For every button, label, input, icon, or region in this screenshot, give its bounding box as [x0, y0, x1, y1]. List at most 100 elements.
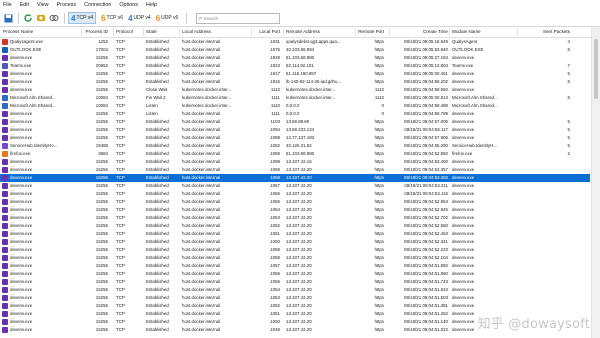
cell-time: 08/18/21 09:04:52.463	[404, 231, 448, 237]
table-row[interactable]: devenv.exe 15256 TCP Established host.docker…	[0, 182, 590, 190]
menu-item-help[interactable]: Help	[146, 2, 157, 8]
column-divider[interactable]	[389, 28, 390, 36]
column-divider[interactable]	[143, 28, 144, 36]
table-row[interactable]: OUTLOOK.EXE 17004 TCP Established host.docke…	[0, 46, 590, 54]
capture-icon[interactable]	[35, 12, 47, 24]
column-divider[interactable]	[81, 28, 82, 36]
menu-item-options[interactable]: Options	[119, 2, 138, 8]
table-row[interactable]: devenv.exe 15256 TCP Established host.docker…	[0, 294, 590, 302]
table-row[interactable]: ServiceHub.IdentityHo... 19488 TCP Establis…	[0, 142, 590, 150]
table-row[interactable]: devenv.exe 15256 TCP Established host.docker…	[0, 270, 590, 278]
save-icon[interactable]	[2, 12, 14, 24]
cell-lport: 1931	[270, 39, 280, 45]
table-row[interactable]: devenv.exe 15256 TCP Established host.docker…	[0, 254, 590, 262]
vertical-scrollbar[interactable]	[591, 27, 600, 338]
cell-state: Established	[146, 327, 169, 333]
column-divider[interactable]	[251, 28, 252, 36]
column-header-local-address[interactable]: Local Address	[182, 29, 248, 34]
table-row[interactable]: firefox.exe 3684 TCP Established host.docker…	[0, 150, 590, 158]
cell-remote: 13.69.233.134	[286, 127, 315, 133]
menu-item-process[interactable]: Process	[57, 2, 76, 8]
cell-module: Teams.exe	[452, 63, 474, 69]
column-header-remote-port[interactable]: Remote Port	[358, 29, 384, 34]
table-row[interactable]: devenv.exe 15256 TCP Listen host.docker.inte…	[0, 110, 590, 118]
cell-local: host.docker.internal	[182, 111, 221, 117]
vs-process-icon	[2, 247, 8, 253]
cell-rport: https	[374, 311, 384, 317]
menu-item-connection[interactable]: Connection	[84, 2, 111, 8]
filter-udp-v4[interactable]: 4 UDP v4	[128, 14, 151, 23]
refresh-icon[interactable]	[22, 12, 34, 24]
filter-tcp-v4[interactable]: 4 TCP v4	[68, 12, 97, 24]
cell-rport: https	[374, 207, 384, 213]
table-row[interactable]: devenv.exe 15256 TCP Established host.docker…	[0, 70, 590, 78]
column-divider[interactable]	[113, 28, 114, 36]
column-header-state[interactable]: State	[146, 29, 178, 34]
menu-item-view[interactable]: View	[37, 2, 49, 8]
cell-remote: 51.103.98.980	[286, 151, 315, 157]
table-row[interactable]: devenv.exe 15256 TCP Close Wait kubernetes.d…	[0, 86, 590, 94]
column-header-remote-address[interactable]: Remote Address	[286, 29, 354, 34]
column-header-process-id[interactable]: Process ID	[84, 29, 108, 34]
table-row[interactable]: devenv.exe 15256 TCP Established host.docker…	[0, 230, 590, 238]
column-header-protocol[interactable]: Protocol	[116, 29, 140, 34]
cell-proto: TCP	[116, 223, 125, 229]
column-divider[interactable]	[355, 28, 356, 36]
filter-tcp-v6[interactable]: 6 TCP v6	[101, 14, 123, 23]
cell-pid: 15256	[95, 279, 108, 285]
column-header-local-port[interactable]: Local Port	[254, 29, 280, 34]
cell-name: Teams.exe	[10, 63, 32, 69]
cell-proto: TCP	[116, 199, 125, 205]
column-divider[interactable]	[179, 28, 180, 36]
table-row[interactable]: Qualysagent.exe 1252 TCP Established host.do…	[0, 38, 590, 46]
column-header-create-time[interactable]: Create Time	[392, 29, 448, 34]
table-row[interactable]: devenv.exe 15256 TCP Established host.docker…	[0, 278, 590, 286]
vs-process-icon	[2, 319, 8, 325]
menu-item-edit[interactable]: Edit	[20, 2, 29, 8]
table-row[interactable]: Microsoft.Alm.Shared... 10084 TCP Listen kub…	[0, 102, 590, 110]
column-header-process-name[interactable]: Process Name	[3, 29, 73, 34]
table-row[interactable]: devenv.exe 15256 TCP Established host.docker…	[0, 262, 590, 270]
table-row[interactable]: devenv.exe 15256 TCP Established host.docker…	[0, 118, 590, 126]
table-row[interactable]: devenv.exe 15256 TCP Established host.docker…	[0, 54, 590, 62]
table-row[interactable]: devenv.exe 15256 TCP Established host.docker…	[0, 174, 590, 182]
cell-sent: 7	[567, 63, 570, 69]
table-row[interactable]: devenv.exe 15256 TCP Established host.docker…	[0, 222, 590, 230]
filter-udp-v6[interactable]: 6 UDP v6	[156, 14, 179, 23]
cell-state: Established	[146, 207, 169, 213]
cell-state: Established	[146, 295, 169, 301]
table-row[interactable]: devenv.exe 15256 TCP Established host.docker…	[0, 302, 590, 310]
table-row[interactable]: devenv.exe 15256 TCP Established host.docker…	[0, 126, 590, 134]
column-divider[interactable]	[517, 28, 518, 36]
cell-proto: TCP	[116, 231, 125, 237]
table-row[interactable]: Teams.exe 20952 TCP Established host.docker.…	[0, 62, 590, 70]
table-row[interactable]: devenv.exe 15256 TCP Established host.docker…	[0, 286, 590, 294]
column-divider[interactable]	[283, 28, 284, 36]
column-header-module-name[interactable]: Module Name	[452, 29, 514, 34]
table-row[interactable]: devenv.exe 15256 TCP Established host.docker…	[0, 206, 590, 214]
cell-name: devenv.exe	[10, 263, 33, 269]
cell-lport: 1063	[270, 215, 280, 221]
table-row[interactable]: devenv.exe 15256 TCP Established host.docker…	[0, 158, 590, 166]
table-row[interactable]: devenv.exe 15256 TCP Established host.docker…	[0, 238, 590, 246]
scrollbar-thumb[interactable]	[594, 39, 598, 99]
table-row[interactable]: devenv.exe 15256 TCP Established host.docker…	[0, 78, 590, 86]
cell-time: 08/18/21 09:04:52.845	[404, 207, 448, 213]
table-row[interactable]: devenv.exe 15256 TCP Established host.docker…	[0, 166, 590, 174]
column-divider[interactable]	[449, 28, 450, 36]
cell-name: devenv.exe	[10, 231, 33, 237]
cell-pid: 15256	[95, 231, 108, 237]
column-header-sent-packets[interactable]: Sent Packets	[520, 29, 570, 34]
table-row[interactable]: devenv.exe 15256 TCP Established host.docker…	[0, 214, 590, 222]
menu-item-file[interactable]: File	[3, 2, 12, 8]
table-row[interactable]: devenv.exe 15256 TCP Established host.docker…	[0, 134, 590, 142]
search-input[interactable]: P Search	[196, 12, 281, 24]
cell-lport: 1111	[271, 95, 280, 101]
table-row[interactable]: devenv.exe 15256 TCP Established host.docker…	[0, 190, 590, 198]
table-row[interactable]: Microsoft.Alm.Shared... 10084 TCP Fin Wait …	[0, 94, 590, 102]
cell-state: Established	[146, 239, 169, 245]
resolve-address-icon[interactable]	[48, 12, 60, 24]
protocol-label: UDP v4	[133, 15, 151, 21]
table-row[interactable]: devenv.exe 15256 TCP Established host.docker…	[0, 246, 590, 254]
table-row[interactable]: devenv.exe 15256 TCP Established host.docker…	[0, 198, 590, 206]
